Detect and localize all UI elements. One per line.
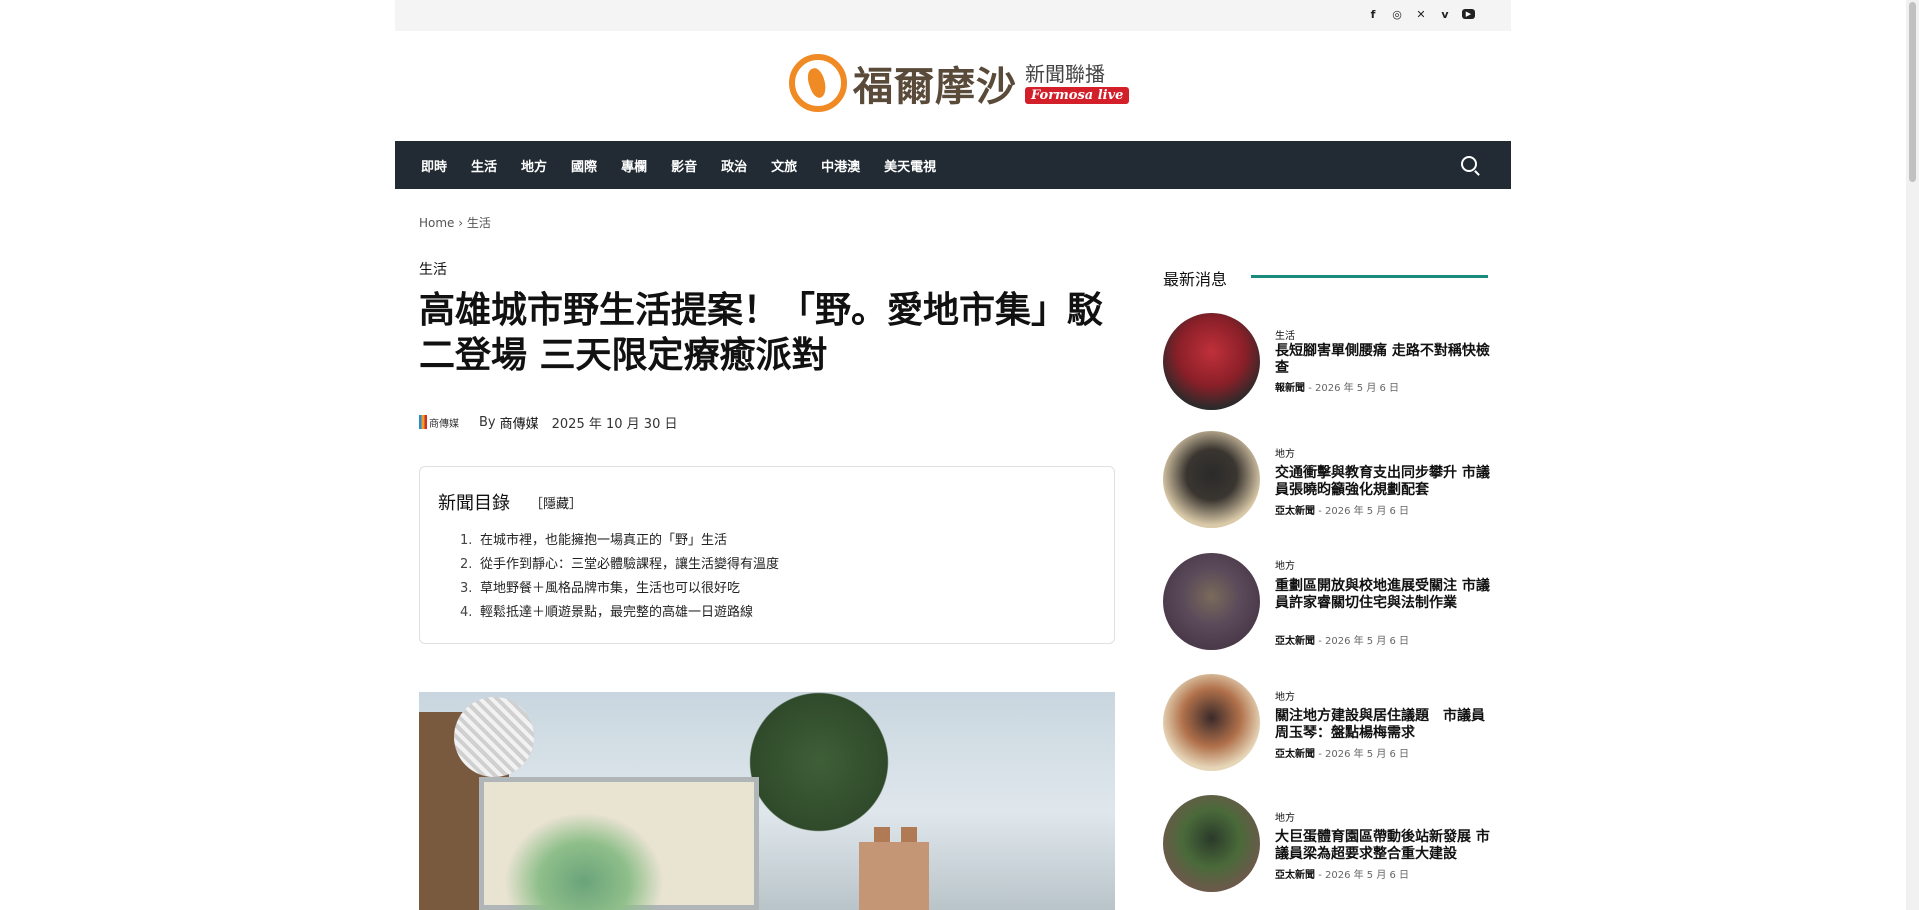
- news-meta: 報新聞 - 2026 年 5 月 6 日: [1275, 379, 1399, 394]
- nav-item-culture-travel[interactable]: 文旅: [771, 156, 797, 175]
- logo-tag: Formosa live: [1025, 87, 1130, 104]
- article-category[interactable]: 生活: [419, 259, 447, 279]
- hero-stage: [479, 777, 759, 910]
- nav-item-instant[interactable]: 即時: [421, 156, 447, 175]
- publish-date: 2025 年 10 月 30 日: [551, 416, 678, 432]
- vimeo-icon[interactable]: v: [1438, 6, 1452, 22]
- youtube-icon[interactable]: ▶: [1462, 9, 1475, 19]
- news-headline[interactable]: 關注地方建設與居住議題 市議員周玉琴：盤點楊梅需求: [1275, 708, 1490, 742]
- news-thumbnail[interactable]: [1163, 674, 1260, 771]
- nav-item-column[interactable]: 專欄: [621, 156, 647, 175]
- news-category[interactable]: 地方: [1275, 557, 1295, 572]
- news-meta: 亞太新聞 - 2026 年 5 月 6 日: [1275, 502, 1409, 517]
- page: f ◎ ✕ v ▶ 福爾摩沙 新聞聯播 Formosa live 即時 生活 地…: [0, 0, 1919, 910]
- news-date: 2026 年 5 月 6 日: [1314, 383, 1400, 394]
- news-meta-separator: -: [1308, 383, 1312, 394]
- news-category[interactable]: 生活: [1275, 327, 1295, 342]
- news-category[interactable]: 地方: [1275, 809, 1295, 824]
- logo-mark-icon: [789, 54, 847, 112]
- toc-title: 新聞目錄: [438, 493, 510, 514]
- x-icon[interactable]: ✕: [1414, 6, 1428, 22]
- instagram-icon[interactable]: ◎: [1390, 6, 1404, 22]
- news-category[interactable]: 地方: [1275, 688, 1295, 703]
- nav-item-video[interactable]: 影音: [671, 156, 697, 175]
- search-icon[interactable]: [1461, 156, 1477, 172]
- author-name[interactable]: 商傳媒: [500, 413, 539, 432]
- news-thumbnail[interactable]: [1163, 553, 1260, 650]
- news-date: 2026 年 5 月 6 日: [1324, 749, 1410, 760]
- news-date: 2026 年 5 月 6 日: [1324, 870, 1410, 881]
- news-source[interactable]: 亞太新聞: [1275, 636, 1315, 647]
- facebook-icon[interactable]: f: [1366, 6, 1380, 22]
- nav-item-meitian-tv[interactable]: 美天電視: [884, 156, 936, 175]
- hero-tower-base: [859, 842, 929, 910]
- nav-item-international[interactable]: 國際: [571, 156, 597, 175]
- site-logo[interactable]: 福爾摩沙 新聞聯播 Formosa live: [789, 54, 1130, 112]
- list-item[interactable]: 地方 交通衝擊與教育支出同步攀升 市議員張曉昀籲強化規劃配套 亞太新聞 - 20…: [1163, 431, 1490, 531]
- author-logo-text: 商傳媒: [429, 418, 459, 430]
- news-source[interactable]: 亞太新聞: [1275, 870, 1315, 881]
- news-thumbnail[interactable]: [1163, 795, 1260, 892]
- news-source[interactable]: 亞太新聞: [1275, 506, 1315, 517]
- hero-stage-art: [504, 812, 664, 910]
- table-of-contents: 新聞目錄 ［隱藏］ 1. 在城市裡，也能擁抱一場真正的「野」生活 2. 從手作到靜心…: [419, 466, 1115, 644]
- news-thumbnail[interactable]: [1163, 431, 1260, 528]
- toc-item[interactable]: 3. 草地野餐＋風格品牌市集，生活也可以很好吃: [460, 577, 779, 601]
- breadcrumb: Home › 生活: [419, 214, 491, 231]
- byline: 商傳媒 By 商傳媒 2025 年 10 月 30 日: [419, 412, 677, 432]
- list-item[interactable]: 地方 關注地方建設與居住議題 市議員周玉琴：盤點楊梅需求 亞太新聞 - 2026…: [1163, 674, 1488, 774]
- scrollbar-thumb[interactable]: [1909, 2, 1916, 182]
- masthead: 福爾摩沙 新聞聯播 Formosa live: [395, 31, 1511, 141]
- article-title: 高雄城市野生活提案！「野。愛地市集」駁二登場 三天限定療癒派對: [419, 290, 1104, 376]
- author-logo-icon: [419, 415, 427, 429]
- author-avatar[interactable]: 商傳媒: [419, 412, 473, 432]
- nav-item-china-hk-macau[interactable]: 中港澳: [821, 156, 860, 175]
- toc-item[interactable]: 1. 在城市裡，也能擁抱一場真正的「野」生活: [460, 529, 779, 553]
- logo-sub-text: 新聞聯播: [1025, 62, 1105, 86]
- breadcrumb-current[interactable]: 生活: [467, 216, 491, 230]
- news-meta: 亞太新聞 - 2026 年 5 月 6 日: [1275, 866, 1409, 881]
- hero-dome: [454, 697, 534, 777]
- list-item[interactable]: 生活 長短腳害單側腰痛 走路不對稱快檢查 報新聞 - 2026 年 5 月 6 …: [1163, 313, 1490, 413]
- news-meta-separator: -: [1318, 870, 1322, 881]
- sidebar-title-underline: [1251, 275, 1488, 278]
- news-source[interactable]: 報新聞: [1275, 383, 1305, 394]
- article-hero-image: [419, 692, 1115, 910]
- logo-main-text: 福爾摩沙: [853, 63, 1017, 110]
- byline-by: By: [479, 414, 496, 430]
- news-thumbnail[interactable]: [1163, 313, 1260, 410]
- sidebar-title: 最新消息: [1163, 270, 1228, 289]
- news-meta: 亞太新聞 - 2026 年 5 月 6 日: [1275, 745, 1409, 760]
- news-headline[interactable]: 交通衝擊與教育支出同步攀升 市議員張曉昀籲強化規劃配套: [1275, 465, 1490, 499]
- breadcrumb-separator: ›: [458, 216, 464, 230]
- site-container: f ◎ ✕ v ▶ 福爾摩沙 新聞聯播 Formosa live 即時 生活 地…: [395, 0, 1511, 910]
- toc-item[interactable]: 4. 輕鬆抵達＋順遊景點，最完整的高雄一日遊路線: [460, 601, 779, 625]
- news-headline[interactable]: 大巨蛋體育園區帶動後站新發展 市議員梁為超要求整合重大建設: [1275, 829, 1490, 863]
- nav-item-life[interactable]: 生活: [471, 156, 497, 175]
- news-meta-separator: -: [1318, 749, 1322, 760]
- list-item[interactable]: 地方 重劃區開放與校地進展受關注 市議員許家睿關切住宅與法制作業 亞太新聞 - …: [1163, 553, 1490, 653]
- nav-item-local[interactable]: 地方: [521, 156, 547, 175]
- news-meta-separator: -: [1318, 506, 1322, 517]
- news-source[interactable]: 亞太新聞: [1275, 749, 1315, 760]
- news-headline[interactable]: 長短腳害單側腰痛 走路不對稱快檢查: [1275, 343, 1490, 377]
- news-category[interactable]: 地方: [1275, 445, 1295, 460]
- news-meta: 亞太新聞 - 2026 年 5 月 6 日: [1275, 632, 1409, 647]
- news-date: 2026 年 5 月 6 日: [1324, 506, 1410, 517]
- breadcrumb-home[interactable]: Home: [419, 216, 454, 230]
- news-meta-separator: -: [1318, 636, 1322, 647]
- toc-list: 1. 在城市裡，也能擁抱一場真正的「野」生活 2. 從手作到靜心：三堂必體驗課程，讓…: [460, 529, 779, 625]
- logo-sub: 新聞聯播 Formosa live: [1025, 62, 1130, 104]
- top-bar: f ◎ ✕ v ▶: [395, 0, 1511, 31]
- list-item[interactable]: 地方 大巨蛋體育園區帶動後站新發展 市議員梁為超要求整合重大建設 亞太新聞 - …: [1163, 795, 1490, 895]
- scrollbar[interactable]: [1906, 0, 1919, 910]
- news-headline[interactable]: 重劃區開放與校地進展受關注 市議員許家睿關切住宅與法制作業: [1275, 578, 1490, 612]
- social-links: f ◎ ✕ v ▶: [1366, 6, 1475, 22]
- toc-toggle-button[interactable]: ［隱藏］: [530, 493, 582, 512]
- news-date: 2026 年 5 月 6 日: [1324, 636, 1410, 647]
- main-nav: 即時 生活 地方 國際 專欄 影音 政治 文旅 中港澳 美天電視: [395, 141, 1511, 189]
- nav-item-politics[interactable]: 政治: [721, 156, 747, 175]
- toc-item[interactable]: 2. 從手作到靜心：三堂必體驗課程，讓生活變得有溫度: [460, 553, 779, 577]
